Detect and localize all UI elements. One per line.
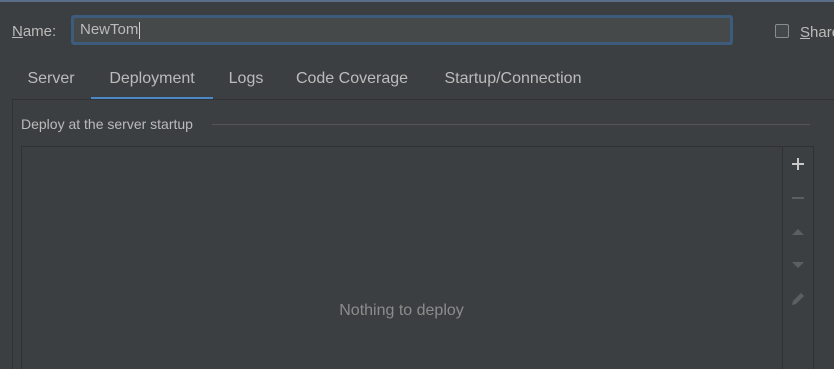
deployment-list[interactable]	[21, 146, 814, 369]
add-button[interactable]	[787, 153, 809, 175]
share-checkbox[interactable]	[775, 24, 789, 38]
arrow-down-icon	[792, 262, 804, 268]
tab-strip: Server Deployment Logs Code Coverage Sta…	[12, 60, 834, 100]
remove-button[interactable]	[787, 187, 809, 209]
empty-state-text: Nothing to deploy	[339, 302, 464, 319]
tab-startup-connection[interactable]: Startup/Connection	[433, 60, 593, 98]
window-top-edge	[0, 0, 834, 2]
group-separator	[212, 124, 810, 125]
name-label: Name:	[12, 23, 56, 40]
tab-server[interactable]: Server	[12, 60, 90, 98]
edit-pencil-icon	[792, 293, 804, 305]
tab-logs[interactable]: Logs	[221, 60, 271, 98]
move-down-button[interactable]	[787, 254, 809, 276]
edit-button[interactable]	[787, 288, 809, 310]
tab-deployment[interactable]: Deployment	[91, 60, 213, 100]
toolbar-separator	[782, 147, 783, 369]
share-label-rest: hare	[810, 24, 834, 41]
share-label[interactable]: Share	[800, 24, 834, 41]
text-caret	[139, 21, 141, 39]
deploy-group-title: Deploy at the server startup	[21, 116, 193, 132]
name-input-value: NewTom	[80, 21, 139, 38]
arrow-up-icon	[792, 229, 804, 235]
share-label-mnemonic: S	[800, 24, 811, 41]
name-label-mnemonic: N	[12, 23, 23, 40]
minus-icon	[792, 197, 804, 199]
name-input[interactable]: NewTom	[71, 15, 733, 45]
tab-code-coverage[interactable]: Code Coverage	[287, 60, 417, 98]
plus-icon	[792, 158, 804, 170]
move-up-button[interactable]	[787, 221, 809, 243]
name-label-rest: ame:	[22, 23, 57, 40]
